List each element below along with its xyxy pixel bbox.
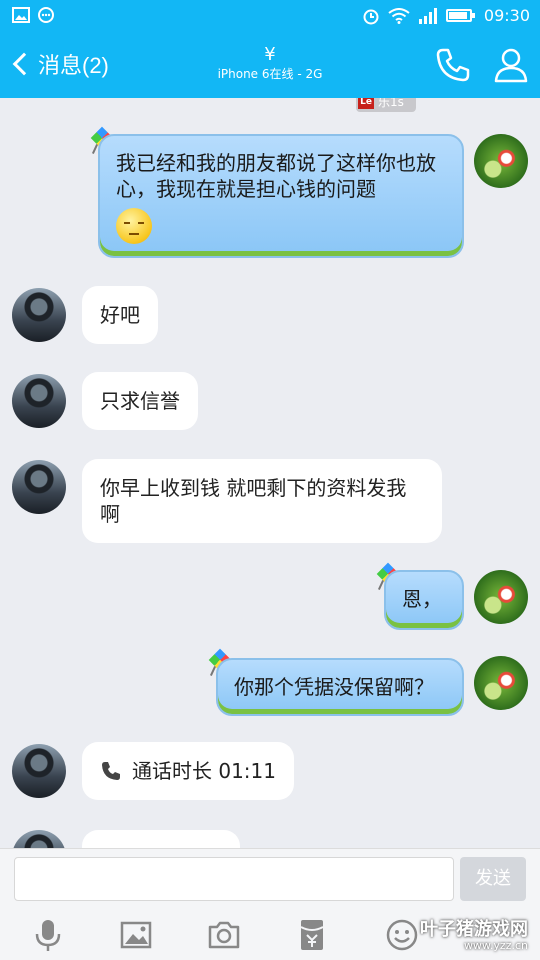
- watermark: 叶子猪游戏网 www.yzz.cn: [420, 915, 528, 952]
- image-button[interactable]: [116, 915, 156, 955]
- image-icon: [120, 921, 152, 949]
- contact-header[interactable]: ¥ iPhone 6在线 - 2G: [170, 44, 370, 82]
- user-icon: [494, 48, 528, 83]
- camera-button[interactable]: [204, 915, 244, 955]
- emoji-button[interactable]: [382, 915, 422, 955]
- message-bubble[interactable]: 你那个凭据没保留啊？: [216, 658, 464, 716]
- input-bar: 发送 叶子猪游戏网 www.yzz.cn: [0, 848, 540, 960]
- microphone-icon: [35, 920, 61, 951]
- message-bubble[interactable]: 你早上收到钱 就吧剩下的资料发我啊: [82, 459, 442, 543]
- contact-avatar[interactable]: [12, 830, 66, 848]
- smug-face-emoji-icon: [116, 208, 152, 244]
- my-avatar[interactable]: [474, 134, 528, 188]
- contact-status: iPhone 6在线 - 2G: [217, 67, 323, 81]
- phone-icon: [102, 762, 120, 780]
- message-bubble[interactable]: 恩，: [384, 570, 464, 630]
- le-logo: Le: [358, 98, 374, 109]
- contact-avatar[interactable]: [12, 460, 66, 514]
- message-bubble[interactable]: 只求信誉: [82, 372, 198, 430]
- phone-icon: [436, 48, 470, 82]
- title-bar: 消息(2) ¥ iPhone 6在线 - 2G: [0, 32, 540, 98]
- call-button[interactable]: [434, 46, 472, 84]
- device-tag-label: 乐1s: [378, 98, 404, 109]
- message-text: 恩，: [402, 587, 442, 611]
- message-text: 我已经和我的朋友都说了这样你也放心，我现在就是担心钱的问题: [116, 151, 436, 201]
- wifi-icon: [388, 7, 410, 24]
- message-bubble[interactable]: [82, 830, 240, 848]
- status-bar: 09:30: [0, 0, 540, 32]
- message-bubble[interactable]: 好吧: [82, 286, 158, 344]
- red-packet-icon: [300, 920, 324, 950]
- voice-button[interactable]: [28, 915, 68, 955]
- signal-icon: [418, 7, 437, 24]
- gallery-notification-icon: [12, 7, 30, 23]
- message-text: 通话时长 01:11: [132, 759, 276, 783]
- message-text: 你那个凭据没保留啊？: [234, 675, 434, 699]
- chevron-left-icon: [12, 52, 36, 76]
- contact-avatar[interactable]: [12, 288, 66, 342]
- send-button[interactable]: 发送: [460, 857, 526, 901]
- call-record-bubble[interactable]: 通话时长 01:11: [82, 742, 294, 800]
- my-avatar[interactable]: [474, 656, 528, 710]
- battery-icon: [445, 9, 475, 22]
- back-label: 消息(2): [38, 53, 109, 78]
- message-text: 好吧: [100, 303, 140, 327]
- camera-icon: [208, 921, 240, 949]
- status-time: 09:30: [483, 6, 530, 25]
- watermark-url: www.yzz.cn: [463, 939, 528, 952]
- message-bubble[interactable]: 我已经和我的朋友都说了这样你也放心，我现在就是担心钱的问题: [98, 134, 464, 258]
- back-button[interactable]: 消息(2): [10, 48, 109, 80]
- message-text: 你早上收到钱 就吧剩下的资料发我啊: [100, 476, 407, 526]
- message-text: 只求信誉: [100, 389, 180, 413]
- chat-area[interactable]: Le 乐1s 我已经和我的朋友都说了这样你也放心，我现在就是担心钱的问题 好吧 …: [0, 98, 540, 848]
- red-packet-button[interactable]: [292, 915, 332, 955]
- my-avatar[interactable]: [474, 570, 528, 624]
- contact-name: ¥: [264, 44, 276, 65]
- watermark-text: 叶子猪游戏网: [420, 919, 528, 940]
- smiley-icon: [386, 919, 418, 951]
- contact-avatar[interactable]: [12, 374, 66, 428]
- device-tag: Le 乐1s: [356, 98, 416, 112]
- alarm-icon: [363, 9, 379, 24]
- contact-avatar[interactable]: [12, 744, 66, 798]
- message-notification-icon: [38, 7, 54, 23]
- profile-button[interactable]: [492, 46, 530, 84]
- message-input[interactable]: [14, 857, 454, 901]
